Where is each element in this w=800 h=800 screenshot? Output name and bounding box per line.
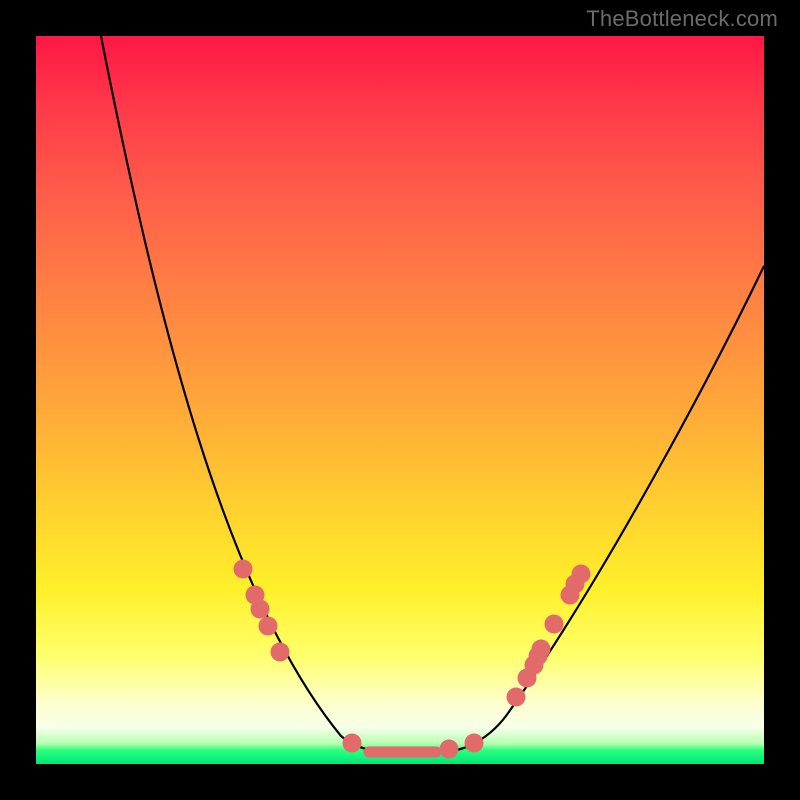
plot-area: [36, 36, 764, 764]
marker-dot: [271, 643, 290, 662]
marker-dot: [343, 734, 362, 753]
marker-dot: [572, 565, 591, 584]
marker-dot: [440, 740, 459, 759]
marker-dot: [234, 560, 253, 579]
marker-dot: [465, 734, 484, 753]
watermark-text: TheBottleneck.com: [586, 6, 778, 32]
marker-dot: [545, 615, 564, 634]
outer-frame: TheBottleneck.com: [0, 0, 800, 800]
marker-dot: [259, 617, 278, 636]
bottleneck-curve: [101, 36, 764, 752]
marker-dot: [251, 600, 270, 619]
marker-group: [234, 560, 591, 759]
marker-dot: [532, 640, 551, 659]
marker-dot: [507, 688, 526, 707]
chart-svg: [36, 36, 764, 764]
